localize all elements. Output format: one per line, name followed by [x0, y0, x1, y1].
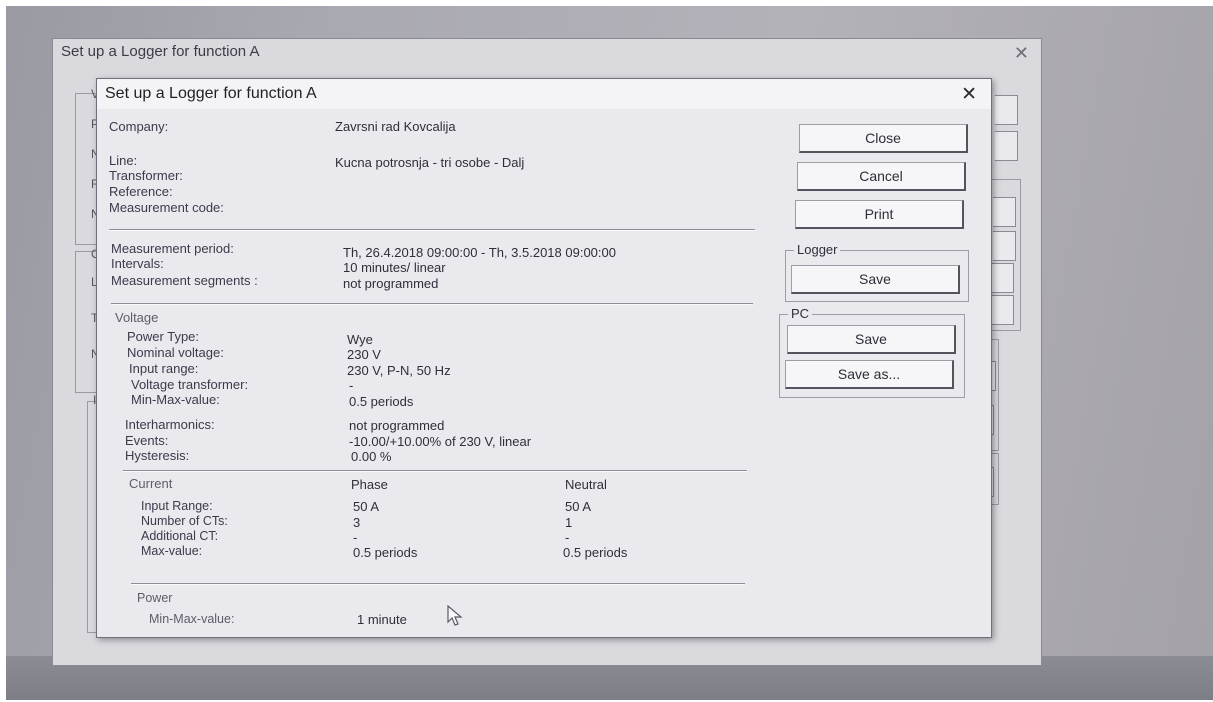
- input-range-value: 230 V, P-N, 50 Hz: [347, 363, 451, 378]
- voltage-transformer-value: -: [349, 378, 354, 393]
- logger-setup-dialog: Set up a Logger for function A ✕ Company…: [96, 78, 992, 638]
- dialog-titlebar[interactable]: Set up a Logger for function A ✕: [97, 79, 991, 109]
- pc-group-label: PC: [788, 306, 813, 321]
- separator: [131, 583, 745, 585]
- background-button-edge[interactable]: [995, 131, 1018, 161]
- additional-ct-neutral: -: [565, 530, 570, 545]
- additional-ct-label: Additional CT:: [141, 529, 219, 543]
- interharmonics-value: not programmed: [349, 418, 445, 433]
- intervals-value: 10 minutes/ linear: [343, 260, 446, 275]
- current-max-value-phase: 0.5 periods: [353, 545, 418, 560]
- logger-save-button[interactable]: Save: [791, 265, 960, 294]
- measurement-period-label: Measurement period:: [111, 241, 234, 256]
- close-icon[interactable]: ✕: [961, 83, 977, 106]
- mouse-pointer-icon: [447, 604, 465, 632]
- input-range-label: Input range:: [129, 361, 199, 376]
- number-of-cts-phase: 3: [353, 515, 361, 530]
- current-phase-header: Phase: [351, 477, 388, 492]
- pc-save-as-button[interactable]: Save as...: [785, 360, 954, 389]
- transformer-label: Transformer:: [109, 168, 183, 183]
- number-of-cts-label: Number of CTs:: [141, 514, 228, 528]
- company-label: Company:: [109, 119, 169, 134]
- background-dialog-title: Set up a Logger for function A: [61, 43, 260, 60]
- pc-save-button[interactable]: Save: [787, 325, 956, 354]
- hysteresis-value: 0.00 %: [351, 449, 392, 464]
- current-input-range-phase: 50 A: [353, 499, 380, 514]
- current-section-label: Current: [129, 476, 173, 491]
- voltage-min-max-label: Min-Max-value:: [131, 392, 220, 407]
- power-min-max-label: Min-Max-value:: [149, 612, 235, 626]
- intervals-label: Intervals:: [111, 256, 164, 271]
- current-max-value-label: Max-value:: [141, 544, 203, 558]
- company-value: Zavrsni rad Kovcalija: [335, 119, 456, 134]
- reference-label: Reference:: [109, 184, 173, 199]
- hysteresis-label: Hysteresis:: [125, 448, 190, 463]
- background-button-edge[interactable]: [993, 231, 1016, 261]
- current-input-range-label: Input Range:: [141, 499, 213, 513]
- logger-group-label: Logger: [794, 242, 841, 257]
- background-button-edge[interactable]: [991, 295, 1014, 325]
- print-button[interactable]: Print: [795, 200, 964, 229]
- events-label: Events:: [125, 433, 169, 448]
- nominal-voltage-value: 230 V: [347, 347, 381, 362]
- power-type-value: Wye: [347, 332, 373, 347]
- events-value: -10.00/+10.00% of 230 V, linear: [349, 434, 532, 449]
- power-type-label: Power Type:: [127, 329, 200, 344]
- current-input-range-neutral: 50 A: [565, 499, 592, 514]
- line-label: Line:: [109, 153, 138, 168]
- power-min-max-value: 1 minute: [357, 612, 407, 627]
- cancel-button[interactable]: Cancel: [797, 162, 966, 191]
- interharmonics-label: Interharmonics:: [125, 417, 215, 432]
- voltage-section-label: Voltage: [115, 310, 159, 325]
- close-button[interactable]: Close: [799, 124, 968, 153]
- monitor-screen: Set up a Logger for function A ✕ V P N F…: [6, 6, 1213, 700]
- current-neutral-header: Neutral: [565, 477, 607, 492]
- background-button-edge[interactable]: [995, 95, 1018, 125]
- measurement-code-label: Measurement code:: [109, 200, 224, 215]
- current-max-value-neutral: 0.5 periods: [563, 545, 628, 560]
- measurement-period-value: Th, 26.4.2018 09:00:00 - Th, 3.5.2018 09…: [343, 245, 616, 260]
- additional-ct-phase: -: [353, 530, 358, 545]
- line-value: Kucna potrosnja - tri osobe - Dalj: [335, 155, 525, 170]
- background-button-edge[interactable]: [993, 197, 1016, 227]
- measurement-segments-label: Measurement segments :: [111, 273, 258, 288]
- dialog-title: Set up a Logger for function A: [105, 85, 317, 102]
- separator: [111, 303, 753, 305]
- background-close-icon[interactable]: ✕: [1014, 43, 1029, 64]
- nominal-voltage-label: Nominal voltage:: [127, 345, 224, 360]
- separator: [123, 470, 747, 472]
- measurement-segments-value: not programmed: [343, 276, 439, 291]
- power-section-label: Power: [137, 591, 173, 605]
- voltage-transformer-label: Voltage transformer:: [131, 377, 249, 392]
- voltage-min-max-value: 0.5 periods: [349, 394, 414, 409]
- background-button-edge[interactable]: [991, 263, 1014, 293]
- separator: [109, 229, 755, 231]
- number-of-cts-neutral: 1: [565, 515, 573, 530]
